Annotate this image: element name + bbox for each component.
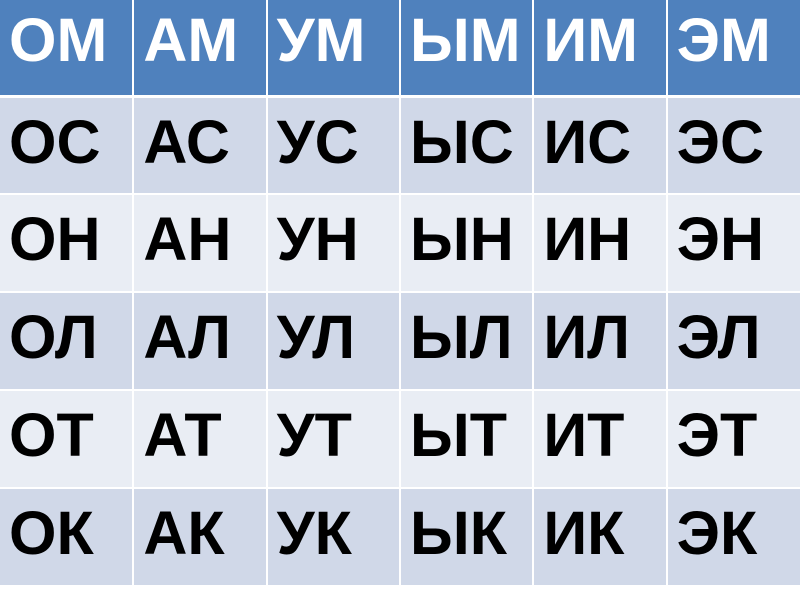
header-cell: ИМ — [532, 0, 668, 98]
table-cell: ЫН — [398, 194, 535, 293]
table-cell: УС — [265, 96, 401, 195]
header-cell: АМ — [132, 0, 268, 98]
table-cell: АЛ — [132, 292, 268, 391]
table-cell: УЛ — [265, 292, 401, 391]
table-cell: ИЛ — [532, 292, 668, 391]
table-cell: АК — [132, 488, 268, 587]
table-body: ОС АС УС ЫС ИС ЭС ОН АН УН ЫН ИН ЭН ОЛ А… — [0, 96, 800, 587]
header-cell: ОМ — [0, 0, 135, 98]
table-cell: ЭЛ — [665, 292, 800, 391]
header-cell: ЫМ — [398, 0, 535, 98]
table-cell: УТ — [265, 390, 401, 489]
table-row: ОН АН УН ЫН ИН ЭН — [0, 194, 800, 293]
table-cell: ЫК — [398, 488, 535, 587]
table-row: ОС АС УС ЫС ИС ЭС — [0, 96, 800, 195]
table-cell: ИТ — [532, 390, 668, 489]
table-cell: ОК — [0, 488, 135, 587]
table-cell: ОС — [0, 96, 135, 195]
table-cell: ЭК — [665, 488, 800, 587]
table-cell: ИС — [532, 96, 668, 195]
table-cell: УН — [265, 194, 401, 293]
table-cell: ОТ — [0, 390, 135, 489]
table-cell: ОЛ — [0, 292, 135, 391]
table-row: ОК АК УК ЫК ИК ЭК — [0, 488, 800, 587]
table-cell: АН — [132, 194, 268, 293]
table-cell: АС — [132, 96, 268, 195]
table-cell: УК — [265, 488, 401, 587]
table-cell: АТ — [132, 390, 268, 489]
header-cell: ЭМ — [665, 0, 800, 98]
table-header: ОМ АМ УМ ЫМ ИМ ЭМ — [0, 0, 800, 98]
table-cell: ИН — [532, 194, 668, 293]
table-row: ОТ АТ УТ ЫТ ИТ ЭТ — [0, 390, 800, 489]
table-cell: ЭС — [665, 96, 800, 195]
table-row: ОЛ АЛ УЛ ЫЛ ИЛ ЭЛ — [0, 292, 800, 391]
syllable-table: ОМ АМ УМ ЫМ ИМ ЭМ ОС АС УС ЫС ИС ЭС ОН А… — [0, 0, 800, 587]
table-cell: ОН — [0, 194, 135, 293]
table-cell: ИК — [532, 488, 668, 587]
table-cell: ЭН — [665, 194, 800, 293]
table-cell: ЭТ — [665, 390, 800, 489]
table-cell: ЫТ — [398, 390, 535, 489]
header-cell: УМ — [265, 0, 401, 98]
header-row: ОМ АМ УМ ЫМ ИМ ЭМ — [0, 0, 800, 98]
table-cell: ЫС — [398, 96, 535, 195]
table-cell: ЫЛ — [398, 292, 535, 391]
